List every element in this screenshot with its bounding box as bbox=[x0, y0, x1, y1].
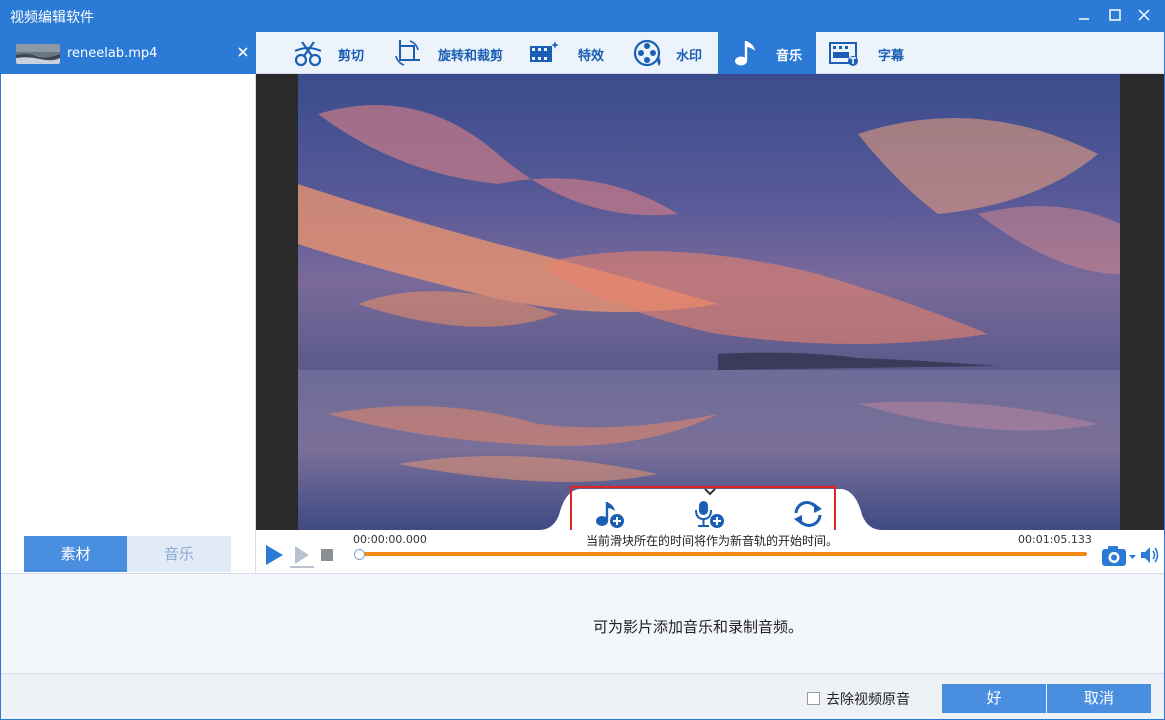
tab-watermark[interactable]: 水印 bbox=[630, 32, 716, 74]
play-segment-icon bbox=[290, 546, 314, 568]
highlight-box bbox=[570, 486, 836, 532]
timeline-knob[interactable] bbox=[353, 549, 365, 560]
video-frame bbox=[298, 74, 1120, 530]
stop-button[interactable] bbox=[321, 549, 333, 565]
camera-icon bbox=[1102, 546, 1136, 566]
play-button[interactable] bbox=[264, 544, 284, 570]
remove-file-button[interactable] bbox=[236, 44, 250, 60]
library-tabs: 素材 音乐 bbox=[24, 536, 231, 572]
music-note-icon bbox=[735, 41, 755, 66]
volume-button[interactable] bbox=[1140, 545, 1160, 569]
music-action-tray bbox=[539, 485, 882, 532]
rotate-crop-icon bbox=[395, 40, 420, 66]
remove-original-audio-label[interactable]: 去除视频原音 bbox=[826, 689, 910, 709]
play-icon bbox=[266, 545, 283, 565]
maximize-button[interactable] bbox=[1102, 4, 1128, 28]
tab-music-edit-label: 音乐 bbox=[776, 49, 803, 64]
tab-rotate-crop-label: 旋转和裁剪 bbox=[438, 49, 504, 64]
subtitle-icon bbox=[829, 42, 858, 66]
file-name: reneelab.mp4 bbox=[67, 46, 158, 61]
tab-rotate-crop[interactable]: 旋转和裁剪 bbox=[390, 32, 514, 74]
ok-button[interactable]: 好 bbox=[942, 684, 1046, 713]
info-text: 可为影片添加音乐和录制音频。 bbox=[593, 618, 804, 636]
tab-music-edit[interactable]: 音乐 bbox=[718, 32, 816, 74]
scissors-icon bbox=[294, 41, 322, 67]
minimize-icon bbox=[1079, 18, 1089, 20]
file-thumbnail bbox=[16, 44, 60, 64]
snapshot-button[interactable] bbox=[1101, 544, 1137, 572]
window-title: 视频编辑软件 bbox=[10, 10, 94, 26]
minimize-button[interactable] bbox=[1071, 4, 1097, 28]
close-icon bbox=[238, 47, 248, 57]
slider-hint: 当前滑块所在的时间将作为新音轨的开始时间。 bbox=[586, 534, 839, 548]
play-segment-button[interactable] bbox=[289, 544, 315, 572]
tab-subtitle[interactable]: 字幕 bbox=[828, 32, 918, 74]
volume-icon bbox=[1141, 547, 1159, 563]
tab-subtitle-label: 字幕 bbox=[878, 49, 905, 64]
tab-cut[interactable]: 剪切 bbox=[284, 32, 374, 74]
timeline-slider[interactable] bbox=[356, 552, 1087, 556]
playback-bar: 00:00:00.000 当前滑块所在的时间将作为新音轨的开始时间。 00:01… bbox=[256, 530, 1165, 573]
info-area: 可为影片添加音乐和录制音频。 bbox=[0, 573, 1165, 673]
watermark-icon bbox=[633, 39, 661, 67]
close-icon bbox=[1138, 9, 1150, 21]
tab-watermark-label: 水印 bbox=[676, 49, 703, 64]
stop-icon bbox=[321, 549, 333, 561]
effects-icon bbox=[530, 41, 559, 62]
dialog-footer: 去除视频原音 好 取消 bbox=[0, 673, 1165, 720]
title-bar: 视频编辑软件 bbox=[0, 0, 1165, 32]
maximize-icon bbox=[1109, 9, 1121, 21]
time-end: 00:01:05.133 bbox=[1018, 533, 1092, 546]
tab-effects-label: 特效 bbox=[578, 49, 605, 64]
tab-effects[interactable]: 特效 bbox=[526, 32, 616, 74]
remove-original-audio-checkbox[interactable] bbox=[807, 692, 820, 705]
tab-cut-label: 剪切 bbox=[338, 49, 365, 64]
tab-materials[interactable]: 素材 bbox=[24, 536, 127, 572]
video-preview-area bbox=[256, 74, 1165, 532]
media-panel: reneelab.mp4 素材 音乐 bbox=[0, 32, 256, 573]
close-window-button[interactable] bbox=[1131, 4, 1157, 28]
file-item[interactable]: reneelab.mp4 bbox=[0, 32, 256, 74]
time-start: 00:00:00.000 bbox=[353, 533, 427, 546]
tab-music[interactable]: 音乐 bbox=[127, 536, 231, 572]
cancel-button[interactable]: 取消 bbox=[1047, 684, 1151, 713]
editor-toolbar: 剪切 旋转和裁剪 特效 水印 音乐 字幕 bbox=[256, 32, 1165, 74]
